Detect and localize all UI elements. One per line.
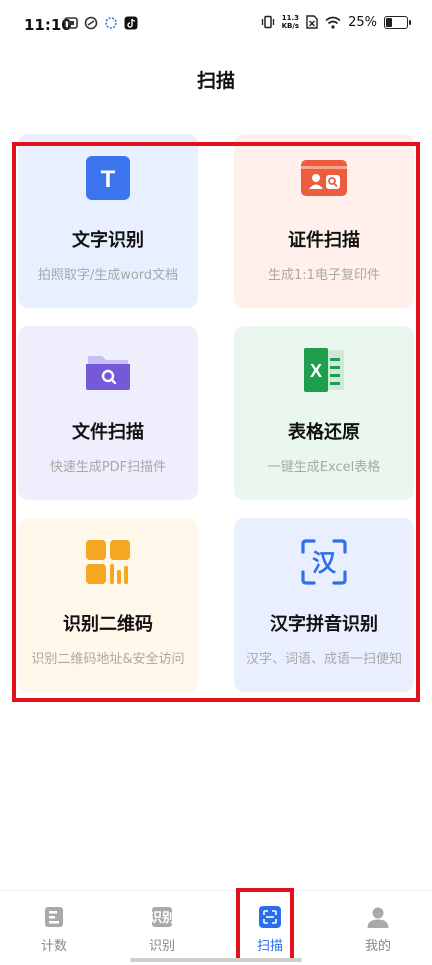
feature-card-table-restore[interactable]: X 表格还原 一键生成Excel表格 <box>234 326 414 500</box>
status-right: 11.3 KB/s 25% <box>261 14 411 30</box>
id-card-icon <box>301 160 347 196</box>
pinyin-icon-glyph: 汉 <box>312 549 337 577</box>
recognize-icon-glyph: 识别 <box>150 911 174 926</box>
count-icon <box>45 907 63 927</box>
bottom-tab-bar: 计数 识别 识别 扫描 我的 <box>0 890 432 965</box>
feature-card-pinyin[interactable]: 汉 汉字拼音识别 汉字、词语、成语一扫便知 <box>234 518 414 692</box>
feature-title: 识别二维码 <box>63 614 153 635</box>
recognize-icon: 识别 <box>150 907 174 927</box>
profile-icon <box>367 907 389 928</box>
battery-icon <box>384 15 411 29</box>
tab-recognize[interactable]: 识别 识别 <box>108 891 216 965</box>
feature-subtitle: 快速生成PDF扫描件 <box>49 460 167 475</box>
tab-label: 计数 <box>40 939 67 954</box>
vibrate-icon <box>261 15 274 29</box>
page-title: 扫描 <box>196 70 235 92</box>
text-recognition-icon: T <box>86 156 130 200</box>
tab-label: 我的 <box>364 939 391 954</box>
tiktok-notification-icon <box>124 16 138 30</box>
text-icon-glyph: T <box>101 166 116 193</box>
feature-card-text-recognition[interactable]: T 文字识别 拍照取字/生成word文档 <box>18 134 198 308</box>
tab-scan-highlight <box>236 888 294 962</box>
gallery-notification-icon <box>64 17 78 29</box>
network-speed: 11.3 KB/s <box>282 14 299 30</box>
status-bar: 11:10 11.3 KB/s 25% <box>0 0 432 52</box>
excel-icon: X <box>304 348 344 392</box>
no-sim-icon <box>306 15 318 29</box>
feature-subtitle: 一键生成Excel表格 <box>267 460 381 475</box>
feature-subtitle: 识别二维码地址&安全访问 <box>31 652 185 667</box>
battery-percent: 25% <box>348 14 377 30</box>
feature-subtitle: 汉字、词语、成语一扫便知 <box>245 652 402 667</box>
tab-profile[interactable]: 我的 <box>324 891 432 965</box>
feature-card-qr-code[interactable]: 识别二维码 识别二维码地址&安全访问 <box>18 518 198 692</box>
network-speed-value: 11.3 <box>281 14 299 22</box>
feature-title: 证件扫描 <box>288 230 360 251</box>
pinyin-scan-icon: 汉 <box>301 539 347 585</box>
feature-subtitle: 拍照取字/生成word文档 <box>37 268 179 283</box>
feature-card-id-scan[interactable]: 证件扫描 生成1:1电子复印件 <box>234 134 414 308</box>
feature-title: 文件扫描 <box>72 422 144 443</box>
tab-label: 识别 <box>148 939 175 954</box>
feature-title: 文字识别 <box>72 230 144 251</box>
feature-subtitle: 生成1:1电子复印件 <box>268 268 380 283</box>
notification-icons <box>64 16 138 30</box>
feature-title: 表格还原 <box>288 422 360 443</box>
excel-icon-glyph: X <box>310 361 322 381</box>
app-notification-icon <box>105 17 117 29</box>
network-speed-unit: KB/s <box>281 22 300 30</box>
wifi-icon <box>325 16 341 29</box>
feature-card-file-scan[interactable]: 文件扫描 快速生成PDF扫描件 <box>18 326 198 500</box>
tab-count[interactable]: 计数 <box>0 891 108 965</box>
home-indicator[interactable] <box>130 958 302 962</box>
qr-code-icon <box>86 540 130 584</box>
folder-search-icon <box>86 356 130 390</box>
feature-title: 汉字拼音识别 <box>270 614 378 635</box>
link-notification-icon <box>84 16 98 30</box>
